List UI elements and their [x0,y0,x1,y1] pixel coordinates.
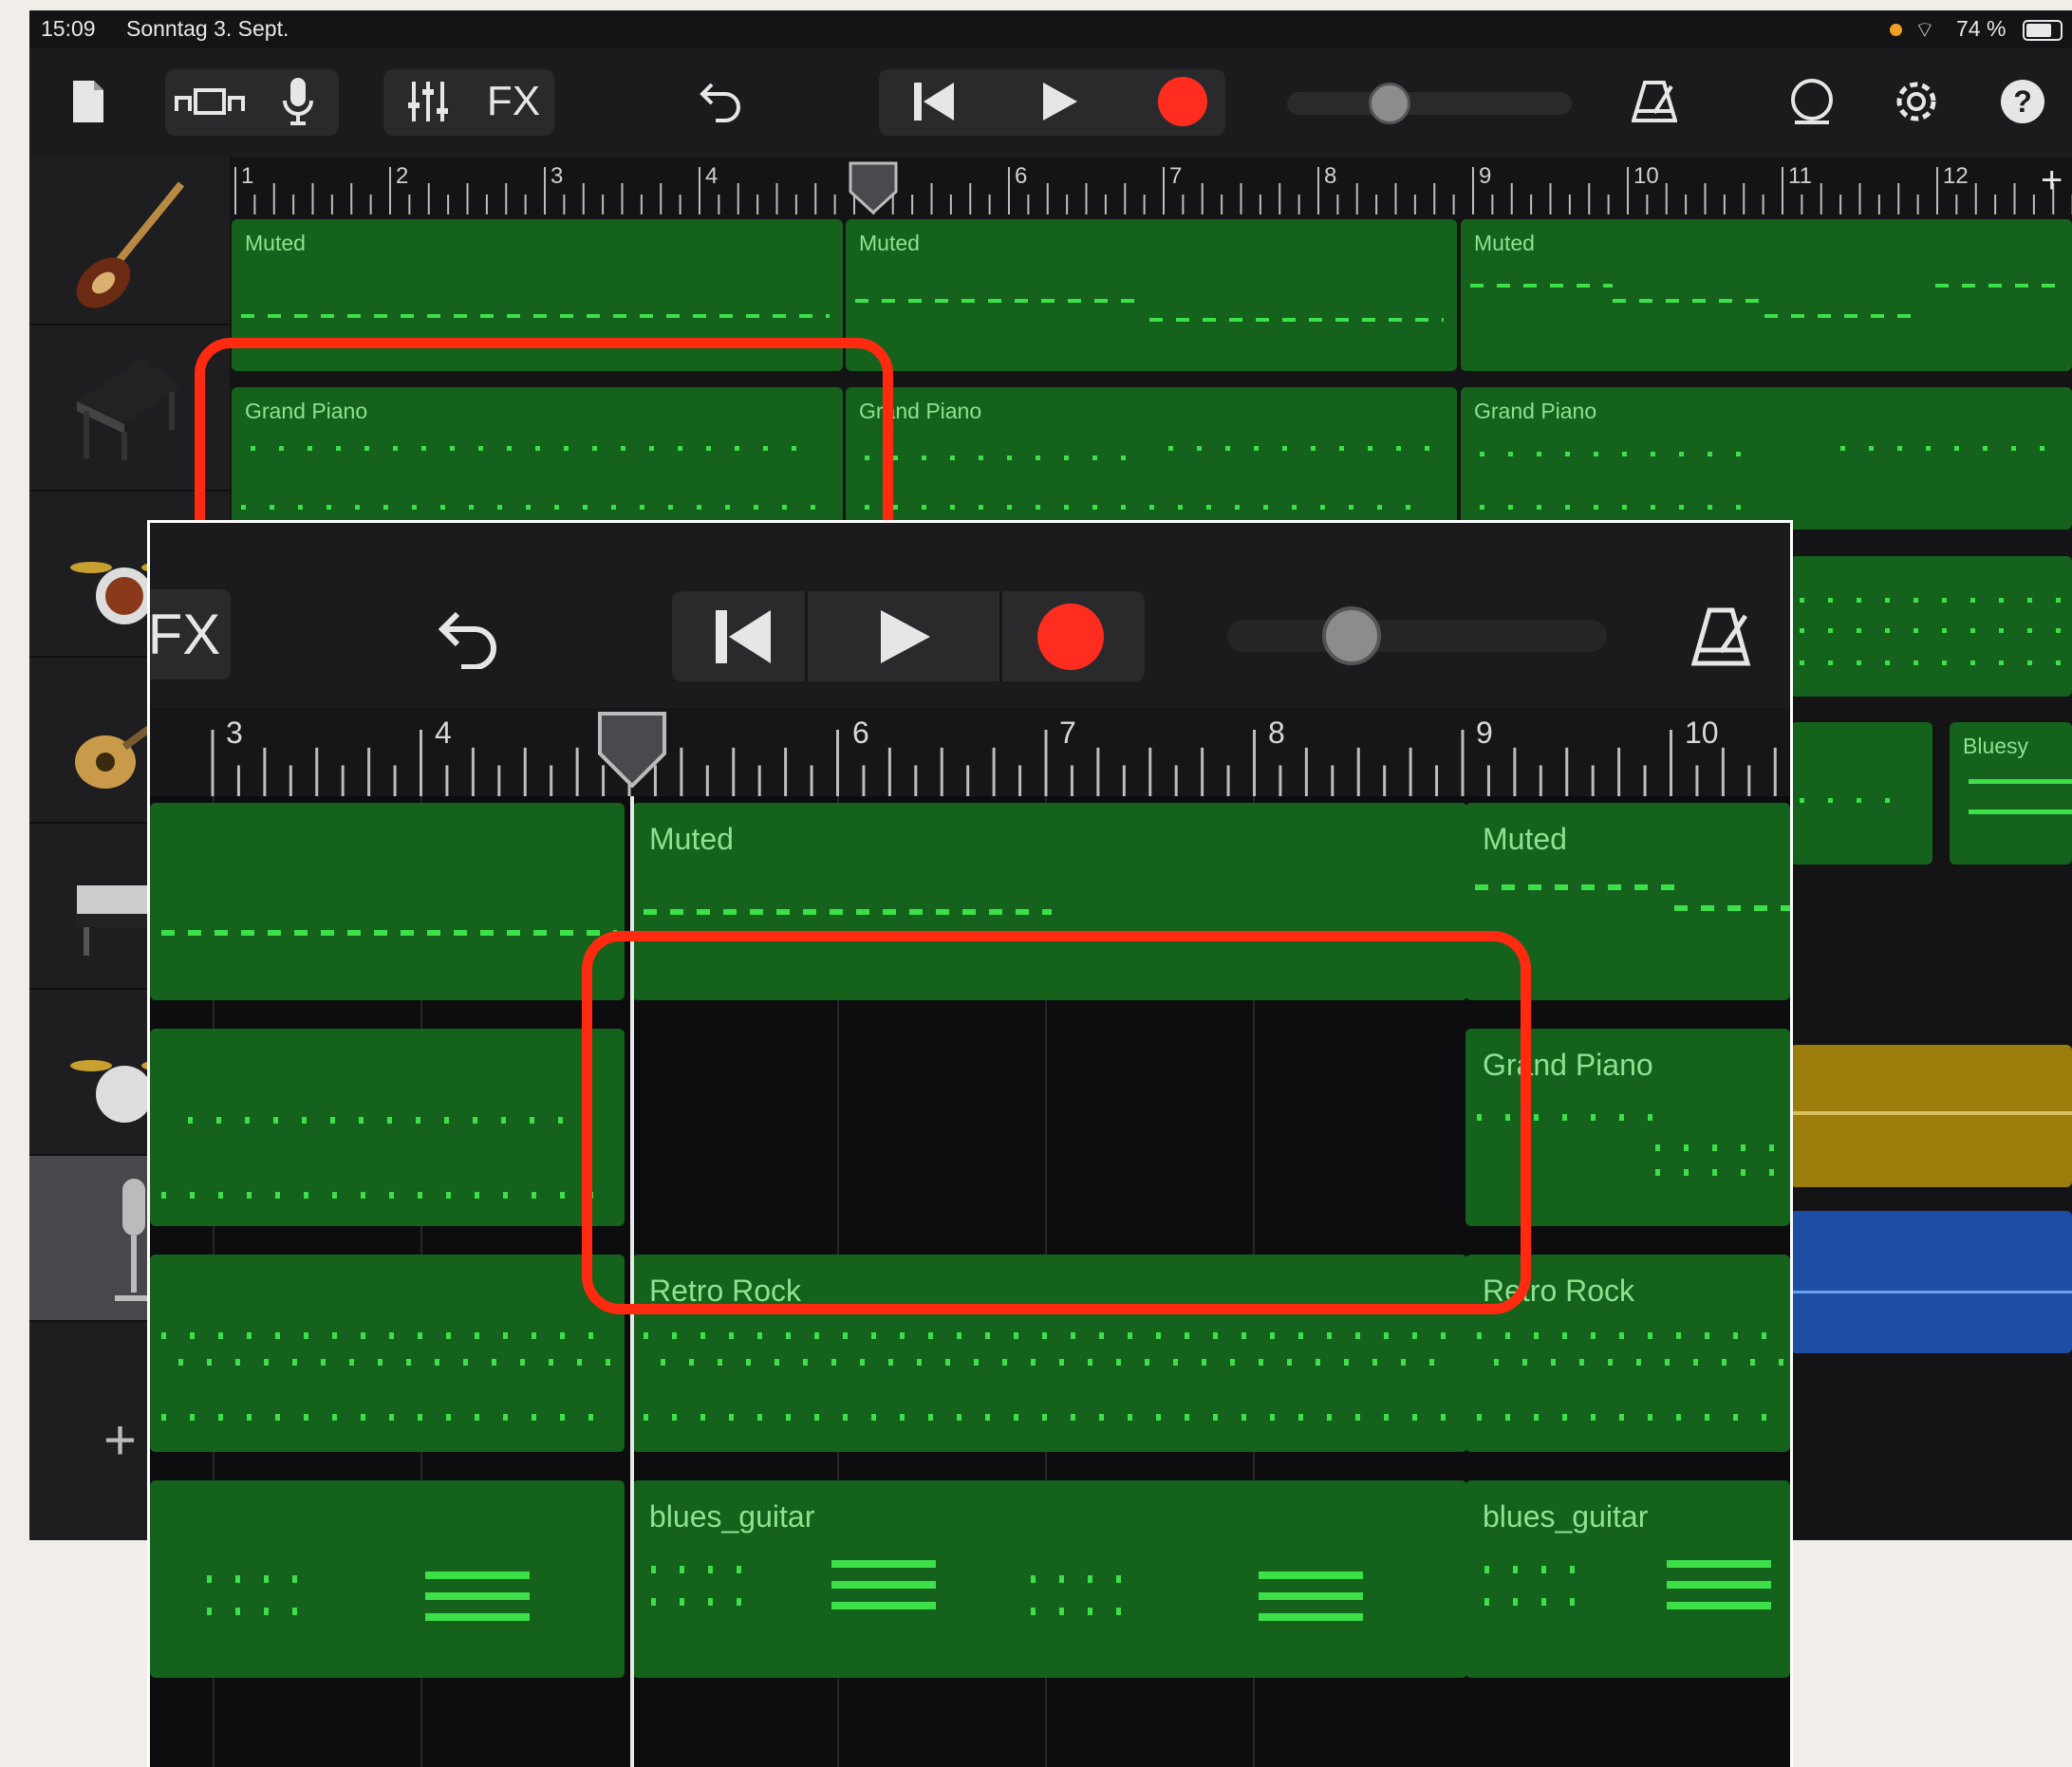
volume-knob-zoom[interactable] [1322,606,1381,665]
region-label: Bluesy [1963,734,2029,758]
toolbar: FX ? [29,48,2072,158]
zoom-ruler-bar-3: 3 [226,716,243,750]
zoom-region-blues-guitar-a[interactable]: blues_guitar [632,1480,1467,1678]
zoom-ruler-bar-10: 10 [1685,716,1719,750]
ruler-bar-2: 2 [396,163,409,189]
region-grand-piano-3[interactable]: Grand Piano [1461,387,2072,530]
region-muted-3[interactable]: Muted [1461,219,2072,371]
play-button-zoom[interactable] [857,599,952,675]
zoom-ruler-bar-4: 4 [435,716,452,750]
microphone-icon[interactable] [274,73,322,130]
zoom-region-label: Muted [649,822,734,856]
region-grand-piano-2[interactable]: Grand Piano [846,387,1457,530]
zoom-ruler-bar-8: 8 [1268,716,1285,750]
rewind-button[interactable] [901,75,967,128]
metronome-icon[interactable] [1626,75,1683,128]
ruler-bar-6: 6 [1015,163,1028,189]
ruler-bar-8: 8 [1324,163,1337,189]
region-drums-right[interactable] [1790,556,2072,697]
loop-browser-icon[interactable] [1783,73,1840,130]
zoom-region-guitar-left[interactable] [150,1480,625,1678]
master-volume-slider-zoom[interactable] [1227,606,1607,665]
zoom-region-label: blues_guitar [649,1499,815,1534]
region-bluesy[interactable]: Bluesy [1950,722,2072,865]
record-button-zoom[interactable] [1023,599,1118,675]
region-guitar-right-a[interactable] [1790,722,1932,865]
highlight-box-gap [582,931,1531,1314]
rewind-button-zoom[interactable] [696,599,791,675]
ruler-bar-12: 12 [1943,163,1969,189]
zoom-bar-ruler[interactable]: 3 4 5 6 7 8 9 10 [150,708,1790,796]
volume-knob[interactable] [1369,83,1410,124]
metronome-icon-zoom[interactable] [1683,599,1759,675]
battery-level: 74 % [1956,16,2007,41]
status-time: 15:09 [41,16,96,41]
playhead-handle-zoom[interactable] [596,712,668,789]
ruler-bar-10: 10 [1633,163,1659,189]
ruler-bar-11: 11 [1788,163,1812,189]
zoom-region-muted-left[interactable] [150,803,625,1000]
ruler-bar-4: 4 [705,163,719,189]
region-muted-2[interactable]: Muted [846,219,1457,371]
wifi-icon: ⌔ [1914,17,1935,42]
ruler-bar-3: 3 [551,163,564,189]
bar-ruler[interactable]: 1 2 3 4 5 6 7 8 9 10 11 12 + [230,158,2072,215]
mixer-icon[interactable] [400,75,457,128]
fx-button-zoom[interactable]: FX [150,589,232,679]
record-button[interactable] [1149,75,1216,128]
zoom-ruler-bar-9: 9 [1476,716,1493,750]
region-label: Muted [1474,231,1535,255]
add-track-button[interactable]: + [103,1412,137,1469]
undo-icon[interactable] [692,75,749,128]
audio-region-blue[interactable] [1790,1211,2072,1353]
battery-icon [2023,20,2063,41]
track-header-bass[interactable] [29,159,230,326]
zoom-region-rock-left[interactable] [150,1255,625,1452]
zoom-region-piano-left[interactable] [150,1029,625,1226]
add-section-button[interactable]: + [2041,159,2063,202]
zoom-region-label: blues_guitar [1483,1499,1649,1534]
mic-indicator-icon [1890,24,1902,36]
play-button[interactable] [1026,75,1092,128]
zoom-region-label: Muted [1483,822,1567,856]
bass-guitar-icon [67,178,191,316]
help-icon[interactable]: ? [1994,73,2051,130]
grand-piano-icon [67,344,191,473]
settings-gear-icon[interactable] [1888,73,1945,130]
zoomed-detail-view: FX 3 4 5 6 7 8 9 10 [147,520,1793,1767]
region-label: Muted [245,231,306,255]
track-view-button[interactable] [172,77,248,126]
playhead-handle[interactable] [849,161,898,215]
ruler-bar-9: 9 [1479,163,1492,189]
master-volume-slider[interactable] [1287,83,1572,124]
fx-button[interactable]: FX [476,75,551,128]
region-label: Muted [859,231,920,255]
my-songs-button[interactable] [69,77,107,126]
zoom-toolbar: FX [150,523,1790,708]
ruler-bar-1: 1 [241,163,254,189]
zoom-ruler-bar-7: 7 [1059,716,1076,750]
audio-region-yellow[interactable] [1790,1045,2072,1187]
status-date: Sonntag 3. Sept. [126,16,289,41]
ruler-bar-7: 7 [1169,163,1183,189]
status-bar: 15:09 Sonntag 3. Sept. ⌔ 74 % [29,10,2072,48]
region-label: Grand Piano [1474,399,1597,423]
undo-icon-zoom[interactable] [425,601,511,677]
zoom-ruler-bar-6: 6 [852,716,869,750]
zoom-region-blues-guitar-b[interactable]: blues_guitar [1465,1480,1790,1678]
